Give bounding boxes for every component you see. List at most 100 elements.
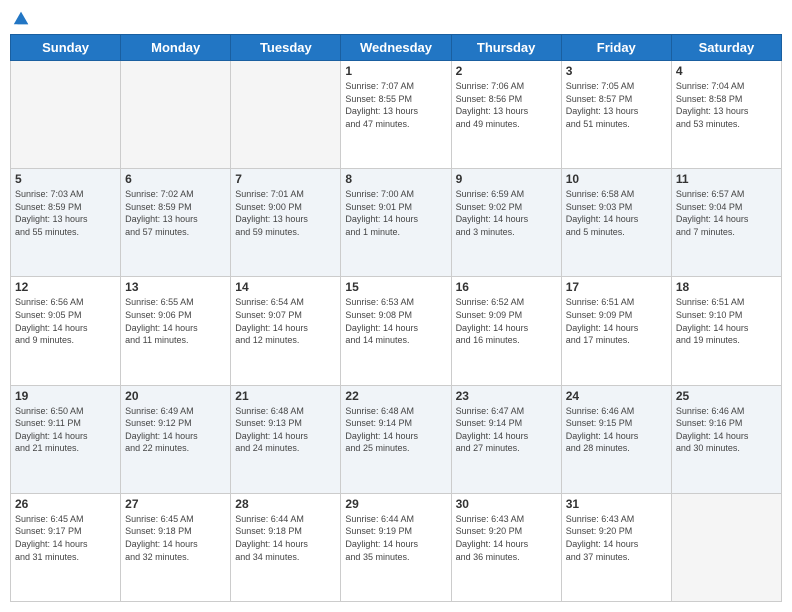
day-info: Sunrise: 6:57 AM Sunset: 9:04 PM Dayligh… xyxy=(676,188,777,238)
logo xyxy=(10,10,30,26)
day-number: 7 xyxy=(235,172,336,186)
calendar-cell: 30 Sunrise: 6:43 AM Sunset: 9:20 PM Dayli… xyxy=(451,493,561,601)
day-info: Sunrise: 6:53 AM Sunset: 9:08 PM Dayligh… xyxy=(345,296,446,346)
calendar-cell: 21 Sunrise: 6:48 AM Sunset: 9:13 PM Dayli… xyxy=(231,385,341,493)
day-number: 25 xyxy=(676,389,777,403)
logo-text xyxy=(10,10,30,26)
calendar-cell: 2 Sunrise: 7:06 AM Sunset: 8:56 PM Daylig… xyxy=(451,61,561,169)
weekday-header: Wednesday xyxy=(341,35,451,61)
calendar-cell: 14 Sunrise: 6:54 AM Sunset: 9:07 PM Dayli… xyxy=(231,277,341,385)
day-number: 29 xyxy=(345,497,446,511)
day-info: Sunrise: 6:45 AM Sunset: 9:17 PM Dayligh… xyxy=(15,513,116,563)
weekday-header: Tuesday xyxy=(231,35,341,61)
day-info: Sunrise: 7:00 AM Sunset: 9:01 PM Dayligh… xyxy=(345,188,446,238)
calendar-table: SundayMondayTuesdayWednesdayThursdayFrid… xyxy=(10,34,782,602)
calendar-cell: 6Sunrise: 7:02 AM Sunset: 8:59 PM Daylig… xyxy=(121,169,231,277)
day-number: 6 xyxy=(125,172,226,186)
day-info: Sunrise: 6:52 AM Sunset: 9:09 PM Dayligh… xyxy=(456,296,557,346)
day-info: Sunrise: 6:44 AM Sunset: 9:18 PM Dayligh… xyxy=(235,513,336,563)
day-number: 18 xyxy=(676,280,777,294)
day-number: 13 xyxy=(125,280,226,294)
weekday-header: Monday xyxy=(121,35,231,61)
day-number: 31 xyxy=(566,497,667,511)
day-info: Sunrise: 7:06 AM Sunset: 8:56 PM Dayligh… xyxy=(456,80,557,130)
day-info: Sunrise: 6:51 AM Sunset: 9:09 PM Dayligh… xyxy=(566,296,667,346)
page: SundayMondayTuesdayWednesdayThursdayFrid… xyxy=(0,0,792,612)
day-info: Sunrise: 6:46 AM Sunset: 9:15 PM Dayligh… xyxy=(566,405,667,455)
day-number: 20 xyxy=(125,389,226,403)
calendar-cell: 24 Sunrise: 6:46 AM Sunset: 9:15 PM Dayli… xyxy=(561,385,671,493)
day-number: 23 xyxy=(456,389,557,403)
day-number: 16 xyxy=(456,280,557,294)
calendar-cell: 13 Sunrise: 6:55 AM Sunset: 9:06 PM Dayli… xyxy=(121,277,231,385)
calendar-cell: 17 Sunrise: 6:51 AM Sunset: 9:09 PM Dayli… xyxy=(561,277,671,385)
calendar-cell: 19Sunrise: 6:50 AM Sunset: 9:11 PM Dayli… xyxy=(11,385,121,493)
calendar-cell: 26Sunrise: 6:45 AM Sunset: 9:17 PM Dayli… xyxy=(11,493,121,601)
day-number: 17 xyxy=(566,280,667,294)
day-info: Sunrise: 6:44 AM Sunset: 9:19 PM Dayligh… xyxy=(345,513,446,563)
calendar-cell: 11Sunrise: 6:57 AM Sunset: 9:04 PM Dayli… xyxy=(671,169,781,277)
day-info: Sunrise: 6:47 AM Sunset: 9:14 PM Dayligh… xyxy=(456,405,557,455)
calendar-cell xyxy=(121,61,231,169)
day-number: 9 xyxy=(456,172,557,186)
day-number: 22 xyxy=(345,389,446,403)
day-info: Sunrise: 6:51 AM Sunset: 9:10 PM Dayligh… xyxy=(676,296,777,346)
day-number: 27 xyxy=(125,497,226,511)
day-number: 21 xyxy=(235,389,336,403)
day-info: Sunrise: 7:07 AM Sunset: 8:55 PM Dayligh… xyxy=(345,80,446,130)
day-number: 3 xyxy=(566,64,667,78)
day-info: Sunrise: 6:58 AM Sunset: 9:03 PM Dayligh… xyxy=(566,188,667,238)
day-info: Sunrise: 6:54 AM Sunset: 9:07 PM Dayligh… xyxy=(235,296,336,346)
calendar-cell: 8 Sunrise: 7:00 AM Sunset: 9:01 PM Daylig… xyxy=(341,169,451,277)
weekday-header: Thursday xyxy=(451,35,561,61)
weekday-header: Friday xyxy=(561,35,671,61)
header xyxy=(10,10,782,26)
day-info: Sunrise: 6:43 AM Sunset: 9:20 PM Dayligh… xyxy=(456,513,557,563)
day-number: 2 xyxy=(456,64,557,78)
day-info: Sunrise: 7:01 AM Sunset: 9:00 PM Dayligh… xyxy=(235,188,336,238)
day-info: Sunrise: 6:48 AM Sunset: 9:13 PM Dayligh… xyxy=(235,405,336,455)
day-number: 24 xyxy=(566,389,667,403)
logo-icon xyxy=(12,8,30,26)
calendar-cell: 23 Sunrise: 6:47 AM Sunset: 9:14 PM Dayli… xyxy=(451,385,561,493)
day-info: Sunrise: 7:05 AM Sunset: 8:57 PM Dayligh… xyxy=(566,80,667,130)
day-info: Sunrise: 6:48 AM Sunset: 9:14 PM Dayligh… xyxy=(345,405,446,455)
calendar-cell: 12 Sunrise: 6:56 AM Sunset: 9:05 PM Dayli… xyxy=(11,277,121,385)
calendar-cell: 3 Sunrise: 7:05 AM Sunset: 8:57 PM Daylig… xyxy=(561,61,671,169)
day-number: 10 xyxy=(566,172,667,186)
calendar-cell xyxy=(231,61,341,169)
day-info: Sunrise: 6:56 AM Sunset: 9:05 PM Dayligh… xyxy=(15,296,116,346)
day-number: 8 xyxy=(345,172,446,186)
calendar-cell: 29 Sunrise: 6:44 AM Sunset: 9:19 PM Dayli… xyxy=(341,493,451,601)
day-number: 28 xyxy=(235,497,336,511)
day-info: Sunrise: 6:55 AM Sunset: 9:06 PM Dayligh… xyxy=(125,296,226,346)
calendar-cell: 10 Sunrise: 6:58 AM Sunset: 9:03 PM Dayli… xyxy=(561,169,671,277)
day-info: Sunrise: 6:46 AM Sunset: 9:16 PM Dayligh… xyxy=(676,405,777,455)
calendar-cell: 1Sunrise: 7:07 AM Sunset: 8:55 PM Daylig… xyxy=(341,61,451,169)
day-number: 14 xyxy=(235,280,336,294)
calendar-cell: 25 Sunrise: 6:46 AM Sunset: 9:16 PM Dayli… xyxy=(671,385,781,493)
day-info: Sunrise: 6:45 AM Sunset: 9:18 PM Dayligh… xyxy=(125,513,226,563)
calendar-cell: 4 Sunrise: 7:04 AM Sunset: 8:58 PM Daylig… xyxy=(671,61,781,169)
calendar-cell: 22 Sunrise: 6:48 AM Sunset: 9:14 PM Dayli… xyxy=(341,385,451,493)
day-number: 19 xyxy=(15,389,116,403)
calendar-cell: 15 Sunrise: 6:53 AM Sunset: 9:08 PM Dayli… xyxy=(341,277,451,385)
day-number: 12 xyxy=(15,280,116,294)
calendar-cell: 5Sunrise: 7:03 AM Sunset: 8:59 PM Daylig… xyxy=(11,169,121,277)
calendar-cell: 9Sunrise: 6:59 AM Sunset: 9:02 PM Daylig… xyxy=(451,169,561,277)
day-info: Sunrise: 6:43 AM Sunset: 9:20 PM Dayligh… xyxy=(566,513,667,563)
calendar-cell: 20 Sunrise: 6:49 AM Sunset: 9:12 PM Dayli… xyxy=(121,385,231,493)
calendar-cell: 16 Sunrise: 6:52 AM Sunset: 9:09 PM Dayli… xyxy=(451,277,561,385)
weekday-header: Saturday xyxy=(671,35,781,61)
day-info: Sunrise: 6:49 AM Sunset: 9:12 PM Dayligh… xyxy=(125,405,226,455)
calendar-cell: 7 Sunrise: 7:01 AM Sunset: 9:00 PM Daylig… xyxy=(231,169,341,277)
day-info: Sunrise: 7:04 AM Sunset: 8:58 PM Dayligh… xyxy=(676,80,777,130)
day-number: 30 xyxy=(456,497,557,511)
calendar-cell: 27 Sunrise: 6:45 AM Sunset: 9:18 PM Dayli… xyxy=(121,493,231,601)
calendar-cell: 28 Sunrise: 6:44 AM Sunset: 9:18 PM Dayli… xyxy=(231,493,341,601)
calendar-cell xyxy=(11,61,121,169)
day-number: 15 xyxy=(345,280,446,294)
day-number: 4 xyxy=(676,64,777,78)
day-number: 5 xyxy=(15,172,116,186)
calendar-cell xyxy=(671,493,781,601)
